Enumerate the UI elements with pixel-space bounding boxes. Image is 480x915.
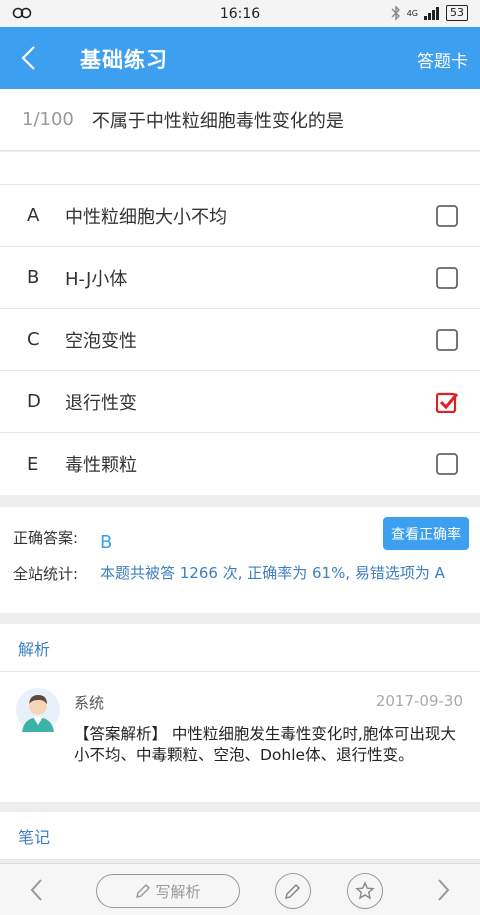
note-button[interactable] (275, 873, 311, 909)
option-text: 退行性变 (65, 392, 137, 414)
write-analysis-label: 写解析 (155, 882, 201, 901)
stats-label: 全站统计: (13, 565, 79, 583)
question-text: 不属于中性粒细胞毒性变化的是 (91, 110, 344, 132)
option-b[interactable]: B H-J小体 (0, 247, 480, 309)
comment-body: 【答案解析】 中性粒细胞发生毒性变化时,胞体可出现大小不均、中毒颗粒、空泡、Do… (74, 725, 456, 764)
option-text: 空泡变性 (65, 330, 137, 352)
checkbox-unchecked-icon[interactable] (436, 205, 458, 227)
option-text: 中性粒细胞大小不均 (65, 206, 227, 228)
answer-card-button[interactable]: 答题卡 (417, 47, 468, 72)
option-e[interactable]: E 毒性颗粒 (0, 433, 480, 495)
question-number: 1/100 (22, 109, 74, 130)
checkbox-unchecked-icon[interactable] (436, 329, 458, 351)
avatar-icon (16, 688, 60, 732)
option-text: H-J小体 (65, 268, 128, 290)
option-letter: E (27, 453, 39, 475)
checkbox-unchecked-icon[interactable] (436, 453, 458, 475)
option-d[interactable]: D 退行性变 (0, 371, 480, 433)
option-letter: B (27, 267, 40, 288)
back-arrow-icon[interactable] (14, 42, 44, 74)
check-rate-button[interactable]: 查看正确率 (383, 517, 469, 550)
checkbox-checked-icon[interactable] (436, 391, 458, 413)
battery-level: 53 (446, 5, 468, 21)
comment-date: 2017-09-30 (375, 692, 463, 710)
analysis-heading: 解析 (0, 624, 480, 672)
answer-panel: 正确答案: B 查看正确率 全站统计: 本题共被答 1266 次, 正确率为 6… (0, 507, 480, 613)
comment-author: 系统 (74, 694, 105, 712)
next-arrow-icon[interactable] (430, 876, 456, 904)
option-letter: A (27, 205, 40, 226)
page-title: 基础练习 (80, 48, 168, 72)
notes-heading: 笔记 (0, 812, 480, 860)
status-bar: 16:16 4G 53 (0, 0, 480, 27)
pencil-icon (284, 883, 301, 900)
status-time: 16:16 (219, 5, 261, 22)
pencil-icon (136, 884, 151, 898)
option-letter: C (27, 329, 40, 350)
checkbox-unchecked-icon[interactable] (436, 267, 458, 289)
options-list: A 中性粒细胞大小不均 B H-J小体 C 空泡变性 D 退行性变 E 毒性颗粒 (0, 185, 480, 495)
option-a[interactable]: A 中性粒细胞大小不均 (0, 185, 480, 247)
stats-text: 本题共被答 1266 次, 正确率为 61%, 易错选项为 A (100, 564, 445, 582)
star-icon (355, 881, 375, 900)
bluetooth-icon (391, 5, 400, 21)
top-bar: 基础练习 答题卡 (0, 27, 480, 89)
spacer (0, 152, 480, 185)
option-c[interactable]: C 空泡变性 (0, 309, 480, 371)
option-letter: D (27, 391, 41, 412)
analysis-comment: 系统 2017-09-30 【答案解析】 中性粒细胞发生毒性变化时,胞体可出现大… (0, 672, 480, 802)
signal-icon (424, 7, 439, 20)
favorite-button[interactable] (347, 873, 383, 909)
write-analysis-button[interactable]: 写解析 (96, 874, 240, 908)
network-type: 4G (406, 8, 418, 18)
status-right: 4G 53 (391, 5, 468, 21)
correct-answer-label: 正确答案: (13, 529, 79, 547)
correct-answer-value: B (100, 532, 113, 553)
infinity-icon (12, 7, 32, 19)
previous-arrow-icon[interactable] (24, 876, 50, 904)
option-text: 毒性颗粒 (65, 455, 137, 476)
question-row: 1/100 不属于中性粒细胞毒性变化的是 (0, 89, 480, 151)
bottom-toolbar: 写解析 (0, 863, 480, 915)
